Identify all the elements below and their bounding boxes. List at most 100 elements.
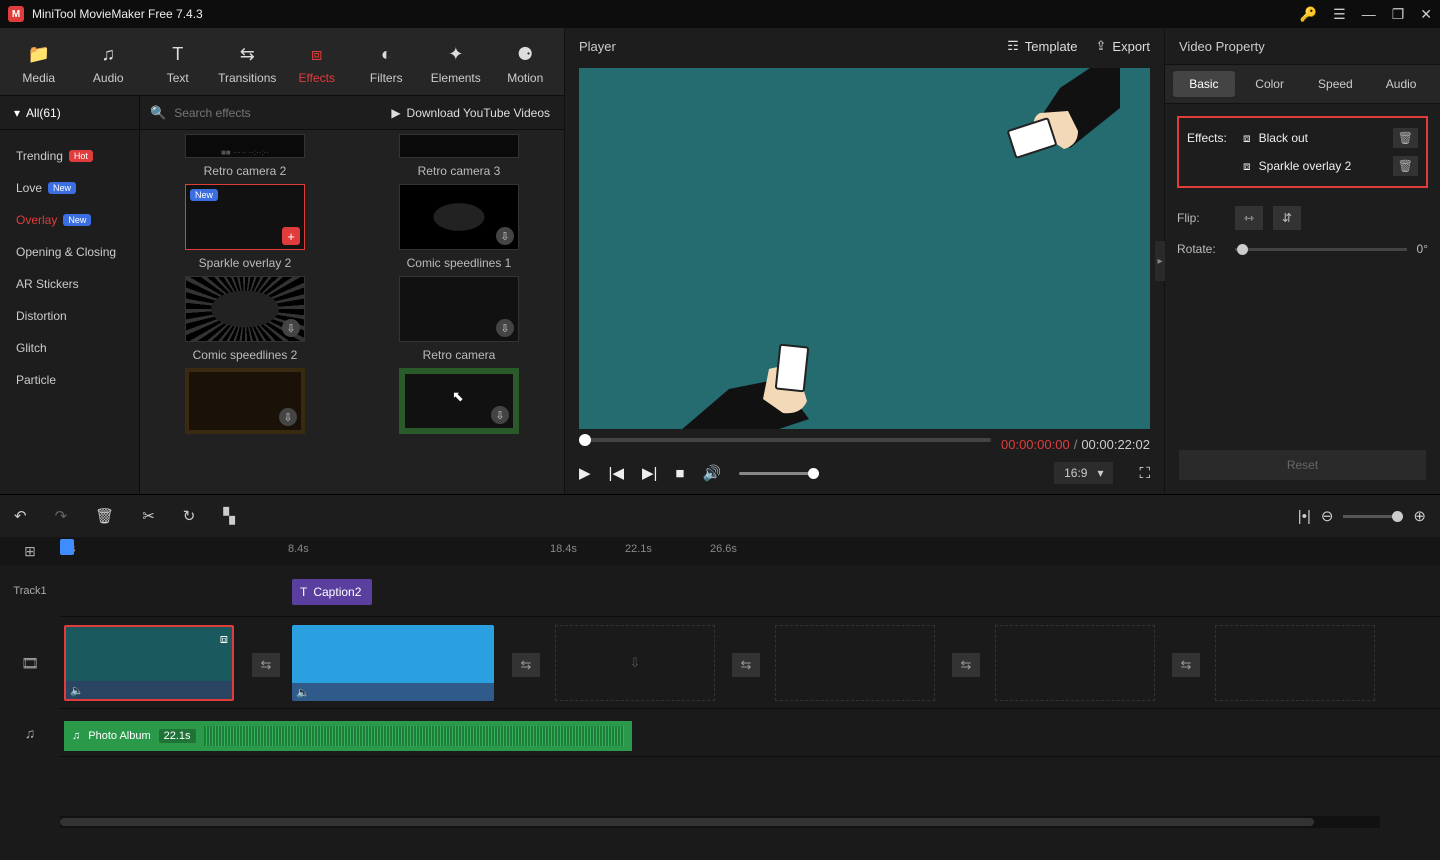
delete-effect-button[interactable]: 🗑 [1393, 156, 1418, 176]
rotate-handle[interactable] [1237, 244, 1248, 255]
zoom-out-button[interactable]: ⊖ [1321, 507, 1334, 525]
zoom-handle[interactable] [1392, 511, 1403, 522]
zoom-in-button[interactable]: ⊕ [1413, 507, 1426, 525]
effect-item[interactable]: ■■ ····· ··:··:··Retro camera 2 [158, 134, 332, 178]
tab-elements[interactable]: ✦Elements [421, 36, 491, 95]
empty-clip-slot[interactable] [1215, 625, 1375, 701]
audio-clip[interactable]: ♫ Photo Album 22.1s [64, 721, 632, 751]
seek-bar[interactable] [579, 438, 991, 442]
volume-handle[interactable] [808, 468, 819, 479]
fit-timeline-button[interactable]: |•| [1298, 508, 1311, 525]
fullscreen-button[interactable]: ⛶ [1139, 465, 1150, 482]
redo-button[interactable]: ↷ [55, 507, 68, 525]
prop-tab-speed[interactable]: Speed [1305, 71, 1367, 97]
effect-item[interactable]: Retro camera 3 [372, 134, 546, 178]
export-button[interactable]: ⇪Export [1096, 38, 1150, 54]
rotate-slider[interactable] [1235, 248, 1407, 251]
prop-tab-basic[interactable]: Basic [1173, 71, 1235, 97]
cat-ar-stickers[interactable]: AR Stickers [0, 268, 139, 300]
tab-media[interactable]: 📁Media [4, 36, 74, 95]
playhead-handle[interactable] [60, 539, 74, 555]
minimize-icon[interactable]: — [1362, 6, 1376, 22]
volume-slider[interactable] [739, 472, 819, 475]
transition-slot[interactable]: ⇆ [952, 653, 980, 677]
download-icon[interactable]: ⇩ [282, 319, 300, 337]
download-youtube-link[interactable]: ▶Download YouTube Videos [391, 106, 564, 120]
cat-overlay[interactable]: OverlayNew [0, 204, 139, 236]
cat-glitch[interactable]: Glitch [0, 332, 139, 364]
effect-item-selected[interactable]: New + Sparkle overlay 2 [158, 184, 332, 270]
video-clip-1[interactable]: ⧈🔈 [64, 625, 234, 701]
download-icon[interactable]: ⇩ [491, 406, 509, 424]
delete-button[interactable]: 🗑 [95, 507, 114, 525]
volume-icon[interactable]: 🔊 [702, 464, 721, 482]
flip-horizontal-button[interactable]: ⇿ [1235, 206, 1263, 230]
effect-item[interactable]: ⇩ Retro camera [372, 276, 546, 362]
cat-opening-closing[interactable]: Opening & Closing [0, 236, 139, 268]
upgrade-icon[interactable]: 🔑 [1300, 6, 1317, 23]
crop-button[interactable]: ▚ [223, 507, 235, 525]
seek-handle[interactable] [579, 434, 591, 446]
category-all[interactable]: ▾All(61) [0, 96, 140, 129]
scrollbar-thumb[interactable] [60, 818, 1314, 826]
aspect-ratio-select[interactable]: 16:9▾ [1054, 462, 1113, 484]
effect-item[interactable]: ⇩ Comic speedlines 1 [372, 184, 546, 270]
tab-transitions[interactable]: ⇆Transitions [213, 36, 283, 95]
download-icon[interactable]: ⇩ [279, 408, 297, 426]
split-button[interactable]: ✂ [142, 507, 155, 525]
tab-effects[interactable]: ⧈Effects [282, 36, 352, 95]
panel-collapse-handle[interactable]: ▸ [1155, 241, 1165, 281]
transition-slot[interactable]: ⇆ [1172, 653, 1200, 677]
rotate-value: 0° [1417, 242, 1428, 256]
cat-distortion[interactable]: Distortion [0, 300, 139, 332]
effect-item[interactable]: ⇩ Comic speedlines 2 [158, 276, 332, 362]
empty-clip-slot[interactable] [995, 625, 1155, 701]
tab-filters[interactable]: ◐Filters [352, 36, 422, 95]
text-track[interactable]: TCaption2 [60, 565, 1440, 617]
video-track[interactable]: ⧈🔈 ⇆ 🔈 ⇆ ⇩ ⇆ ⇆ ⇆ [60, 617, 1440, 709]
template-button[interactable]: ☶Template [1007, 38, 1077, 54]
prop-tab-audio[interactable]: Audio [1370, 71, 1432, 97]
transition-slot[interactable]: ⇆ [732, 653, 760, 677]
effect-item[interactable]: ⇩ [372, 368, 546, 434]
maximize-icon[interactable]: ❐ [1392, 6, 1405, 23]
empty-clip-slot[interactable] [775, 625, 935, 701]
timeline-ruler[interactable]: 0s 8.4s 18.4s 22.1s 26.6s [60, 537, 1440, 565]
download-icon[interactable]: ⇩ [496, 319, 514, 337]
add-effect-button[interactable]: + [282, 227, 300, 245]
prev-frame-button[interactable]: |◀ [609, 464, 624, 482]
add-track-button[interactable]: ⊞ [0, 537, 60, 565]
delete-effect-button[interactable]: 🗑 [1393, 128, 1418, 148]
audio-track[interactable]: ♫ Photo Album 22.1s [60, 709, 1440, 757]
properties-panel: Video Property Basic Color Speed Audio E… [1165, 28, 1440, 494]
empty-clip-slot[interactable]: ⇩ [555, 625, 715, 701]
transition-slot[interactable]: ⇆ [512, 653, 540, 677]
transition-slot[interactable]: ⇆ [252, 653, 280, 677]
search-input[interactable] [174, 106, 314, 120]
reset-button[interactable]: Reset [1179, 450, 1426, 480]
tab-motion[interactable]: ⚈Motion [491, 36, 561, 95]
menu-icon[interactable]: ☰ [1333, 6, 1346, 23]
next-frame-button[interactable]: ▶| [642, 464, 657, 482]
cat-particle[interactable]: Particle [0, 364, 139, 396]
effect-chip-icon: ⧈ [1243, 159, 1251, 174]
prop-tab-color[interactable]: Color [1239, 71, 1301, 97]
stop-button[interactable]: ■ [675, 465, 684, 482]
flip-vertical-button[interactable]: ⇵ [1273, 206, 1301, 230]
close-icon[interactable]: ✕ [1420, 6, 1432, 23]
tab-text[interactable]: TText [143, 36, 213, 95]
play-button[interactable]: ▶ [579, 464, 591, 482]
audio-clip-duration: 22.1s [159, 729, 196, 743]
video-preview[interactable] [579, 68, 1150, 429]
cat-trending[interactable]: TrendingHot [0, 140, 139, 172]
undo-button[interactable]: ↶ [14, 507, 27, 525]
timeline-scrollbar[interactable] [60, 816, 1380, 828]
download-icon[interactable]: ⇩ [496, 227, 514, 245]
zoom-slider[interactable] [1343, 515, 1403, 518]
video-clip-2[interactable]: 🔈 [292, 625, 494, 701]
cat-love[interactable]: LoveNew [0, 172, 139, 204]
caption-clip[interactable]: TCaption2 [292, 579, 372, 605]
speed-button[interactable]: ↻ [183, 507, 196, 525]
tab-audio[interactable]: ♫Audio [74, 36, 144, 95]
effect-item[interactable]: ⇩ [158, 368, 332, 434]
